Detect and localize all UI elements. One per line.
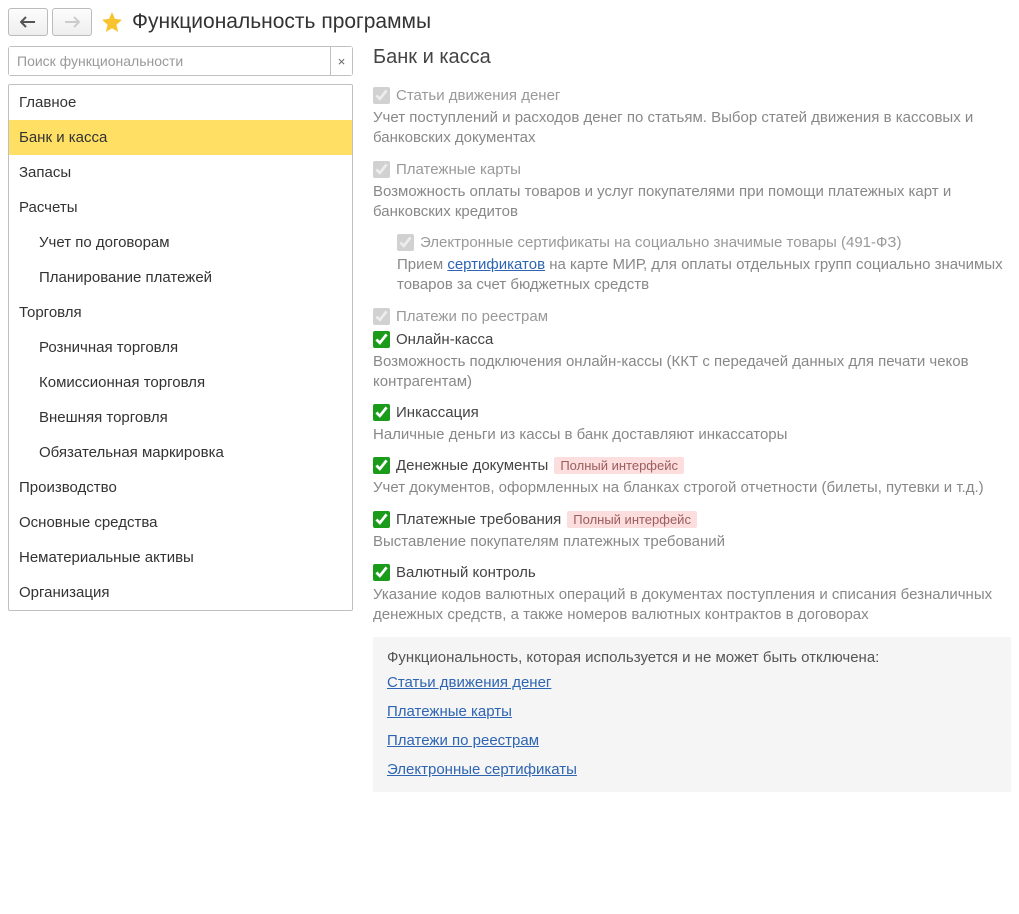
footer-link[interactable]: Электронные сертификаты [387, 761, 997, 778]
option-description: Указание кодов валютных операций в докум… [373, 585, 1011, 626]
option: Инкассация Наличные деньги из кассы в бан… [373, 404, 1011, 445]
option-label: Статьи движения денег [396, 87, 560, 104]
search-clear-button[interactable]: × [330, 47, 352, 75]
search-input[interactable] [9, 47, 330, 75]
nav-item[interactable]: Производство [9, 470, 352, 505]
option-label: Инкассация [396, 404, 479, 421]
nav-item[interactable]: Комиссионная торговля [9, 365, 352, 400]
option: Денежные документы Полный интерфейс Учет д… [373, 457, 1011, 498]
option-description: Учет поступлений и расходов денег по ста… [373, 108, 1011, 149]
option-description: Выставление покупателям платежных требов… [373, 532, 1011, 552]
interface-badge: Полный интерфейс [554, 457, 684, 474]
option-row: Денежные документы Полный интерфейс [373, 457, 1011, 474]
option-description: Прием сертификатов на карте МИР, для опл… [397, 255, 1011, 296]
option-label: Онлайн-касса [396, 331, 493, 348]
option-row: Инкассация [373, 404, 1011, 421]
star-icon [100, 10, 124, 34]
option-description: Возможность оплаты товаров и услуг покуп… [373, 182, 1011, 223]
option-label: Денежные документы [396, 457, 548, 474]
nav-item[interactable]: Запасы [9, 155, 352, 190]
option-row: Статьи движения денег [373, 87, 1011, 104]
nav-item[interactable]: Расчеты [9, 190, 352, 225]
option-checkbox [397, 234, 414, 251]
nav-item[interactable]: Основные средства [9, 505, 352, 540]
option-description: Учет документов, оформленных на бланках … [373, 478, 1011, 498]
nav-item[interactable]: Внешняя торговля [9, 400, 352, 435]
nav-item[interactable]: Торговля [9, 295, 352, 330]
option-row: Платежные карты [373, 161, 1011, 178]
content-title: Банк и касса [373, 46, 1011, 69]
option-checkbox[interactable] [373, 457, 390, 474]
toolbar: Функциональность программы [8, 8, 1011, 36]
arrow-right-icon [64, 16, 80, 28]
option: Электронные сертификаты на социально зна… [373, 234, 1011, 296]
page-title: Функциональность программы [132, 10, 431, 34]
content: Банк и касса Статьи движения денег Учет п… [373, 46, 1011, 792]
option-row: Электронные сертификаты на социально зна… [397, 234, 1011, 251]
search-wrap: × [8, 46, 353, 76]
options-list: Статьи движения денег Учет поступлений и … [373, 87, 1011, 625]
option-row: Онлайн-касса [373, 331, 1011, 348]
option-label: Валютный контроль [396, 564, 536, 581]
certificates-link[interactable]: сертификатов [447, 256, 545, 273]
option-label: Электронные сертификаты на социально зна… [420, 234, 901, 251]
footer-link[interactable]: Платежные карты [387, 703, 997, 720]
option-checkbox [373, 161, 390, 178]
arrow-left-icon [20, 16, 36, 28]
option-label: Платежи по реестрам [396, 308, 548, 325]
nav-forward-button[interactable] [52, 8, 92, 36]
option-description: Возможность подключения онлайн-кассы (КК… [373, 352, 1011, 393]
footer-box: Функциональность, которая используется и… [373, 637, 1011, 792]
option-label: Платежные карты [396, 161, 521, 178]
option-row: Платежи по реестрам [373, 308, 1011, 325]
option: Онлайн-касса Возможность подключения онла… [373, 331, 1011, 393]
layout: × ГлавноеБанк и кассаЗапасыРасчетыУчет п… [8, 46, 1011, 792]
option-label: Платежные требования [396, 511, 561, 528]
nav-item[interactable]: Банк и касса [9, 120, 352, 155]
nav-item[interactable]: Учет по договорам [9, 225, 352, 260]
nav-item[interactable]: Планирование платежей [9, 260, 352, 295]
option-checkbox[interactable] [373, 564, 390, 581]
option: Платежи по реестрам [373, 308, 1011, 325]
interface-badge: Полный интерфейс [567, 511, 697, 528]
nav-item[interactable]: Организация [9, 575, 352, 610]
nav-back-button[interactable] [8, 8, 48, 36]
option-checkbox[interactable] [373, 404, 390, 421]
footer-title: Функциональность, которая используется и… [387, 649, 997, 666]
nav-item[interactable]: Обязательная маркировка [9, 435, 352, 470]
option-row: Платежные требования Полный интерфейс [373, 511, 1011, 528]
footer-link[interactable]: Статьи движения денег [387, 674, 997, 691]
nav-item[interactable]: Главное [9, 85, 352, 120]
footer-link[interactable]: Платежи по реестрам [387, 732, 997, 749]
nav-item[interactable]: Нематериальные активы [9, 540, 352, 575]
option: Валютный контроль Указание кодов валютных… [373, 564, 1011, 626]
nav-item[interactable]: Розничная торговля [9, 330, 352, 365]
option-checkbox [373, 308, 390, 325]
option-description: Наличные деньги из кассы в банк доставля… [373, 425, 1011, 445]
option: Платежные требования Полный интерфейс Выст… [373, 511, 1011, 552]
option-checkbox[interactable] [373, 331, 390, 348]
option: Статьи движения денег Учет поступлений и … [373, 87, 1011, 149]
sidebar: × ГлавноеБанк и кассаЗапасыРасчетыУчет п… [8, 46, 353, 792]
option: Платежные карты Возможность оплаты товаро… [373, 161, 1011, 223]
option-checkbox [373, 87, 390, 104]
footer-links: Статьи движения денег Платежные карты Плат… [387, 674, 997, 778]
option-row: Валютный контроль [373, 564, 1011, 581]
option-checkbox[interactable] [373, 511, 390, 528]
nav-list: ГлавноеБанк и кассаЗапасыРасчетыУчет по … [8, 84, 353, 611]
